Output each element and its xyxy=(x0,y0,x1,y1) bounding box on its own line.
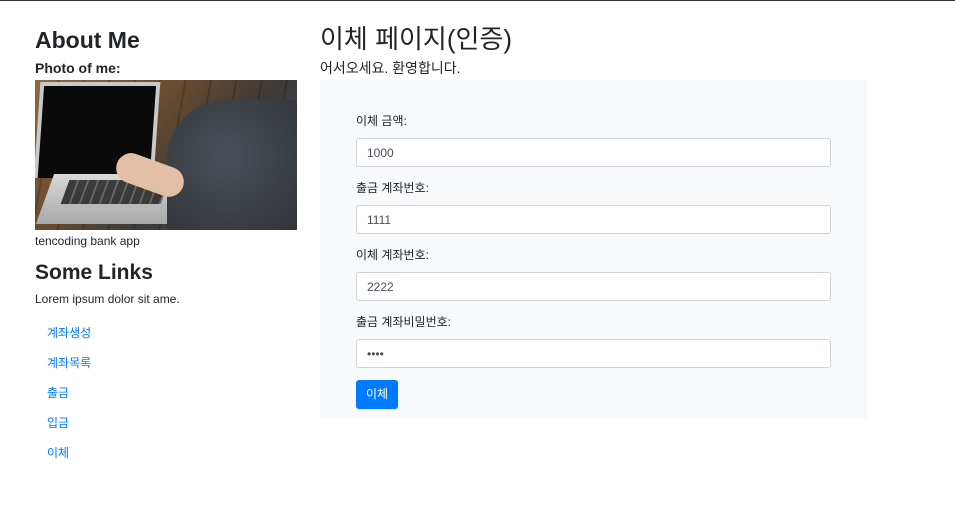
sidebar: About Me Photo of me: tencoding bank app… xyxy=(35,26,297,468)
sidebar-description: Lorem ipsum dolor sit ame. xyxy=(35,292,180,306)
profile-photo xyxy=(35,80,297,230)
password-input[interactable] xyxy=(356,339,831,368)
main-content: 이체 페이지(인증) 어서오세요. 환영합니다. 이체 금액: 출금 계좌번호:… xyxy=(320,23,867,418)
deposit-account-label: 이체 계좌번호: xyxy=(356,248,429,262)
about-me-heading: About Me xyxy=(35,27,140,53)
photo-label: Photo of me: xyxy=(35,60,121,76)
welcome-text: 어서오세요. 환영합니다. xyxy=(320,60,461,76)
withdraw-account-label: 출금 계좌번호: xyxy=(356,181,429,195)
transfer-form: 이체 금액: 출금 계좌번호: 이체 계좌번호: 출금 계좌비밀번호: 이체 xyxy=(356,114,831,409)
nav-link-create-account[interactable]: 계좌생성 xyxy=(35,326,91,340)
nav-item-withdraw: 출금 xyxy=(35,378,297,408)
transfer-submit-button[interactable]: 이체 xyxy=(356,380,399,409)
some-links-heading: Some Links xyxy=(35,261,153,284)
amount-label: 이체 금액: xyxy=(356,114,407,128)
photo-caption: tencoding bank app xyxy=(35,234,140,248)
transfer-form-card: 이체 금액: 출금 계좌번호: 이체 계좌번호: 출금 계좌비밀번호: 이체 xyxy=(320,80,867,418)
password-label: 출금 계좌비밀번호: xyxy=(356,315,451,329)
nav-link-deposit[interactable]: 입금 xyxy=(35,416,69,430)
nav-link-withdraw[interactable]: 출금 xyxy=(35,386,69,400)
amount-input[interactable] xyxy=(356,138,831,167)
nav-item-deposit: 입금 xyxy=(35,408,297,438)
page-title: 이체 페이지(인증) xyxy=(320,24,512,54)
nav-item-transfer: 이체 xyxy=(35,438,297,468)
nav-item-account-list: 계좌목록 xyxy=(35,348,297,378)
deposit-account-input[interactable] xyxy=(356,272,831,301)
nav-link-account-list[interactable]: 계좌목록 xyxy=(35,356,91,370)
nav-link-transfer[interactable]: 이체 xyxy=(35,446,69,460)
nav-item-create-account: 계좌생성 xyxy=(35,318,297,348)
sidebar-nav: 계좌생성 계좌목록 출금 입금 이체 xyxy=(35,318,297,468)
withdraw-account-input[interactable] xyxy=(356,205,831,234)
